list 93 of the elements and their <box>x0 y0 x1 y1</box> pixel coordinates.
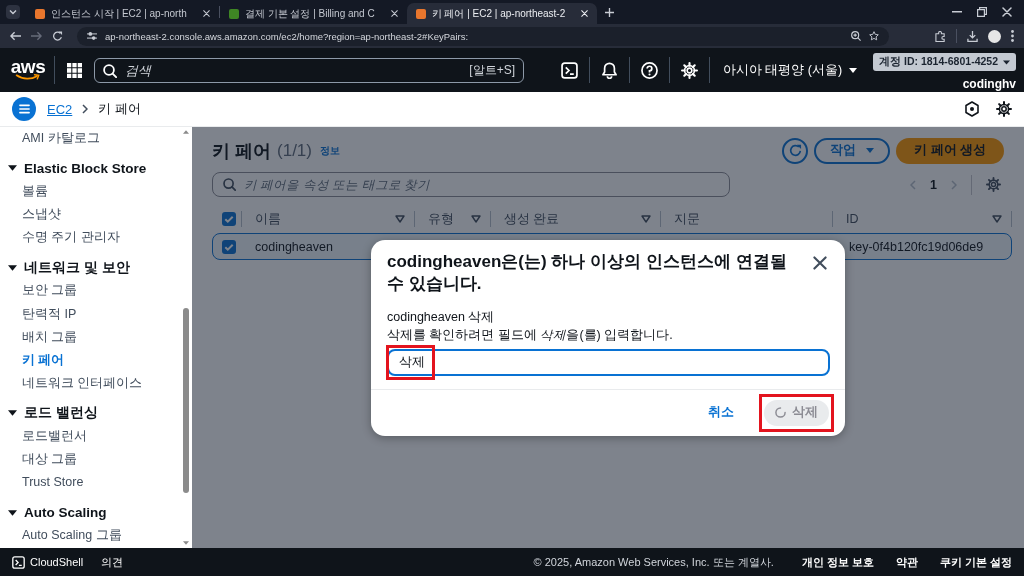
sidebar-link[interactable]: 스냅샷 <box>0 203 61 227</box>
sidebar-link[interactable]: 수명 주기 관리자 <box>0 226 120 250</box>
reload-icon[interactable] <box>52 31 63 41</box>
sidebar-link[interactable]: Auto Scaling 그룹 <box>0 524 122 548</box>
column-header[interactable]: 생성 완료 <box>491 211 661 227</box>
dialog-title: codingheaven은(는) 하나 이상의 인스턴스에 연결될 수 있습니다. <box>387 250 788 295</box>
scroll-down-icon[interactable] <box>183 541 189 545</box>
browser-tab[interactable]: 키 페어 | EC2 | ap-northeast-2 <box>406 3 598 24</box>
sidebar-link[interactable]: 네트워크 인터페이스 <box>0 372 143 396</box>
refresh-button[interactable] <box>782 137 809 164</box>
caret-icon <box>866 148 875 153</box>
checkbox[interactable] <box>222 239 236 254</box>
scroll-up-icon[interactable] <box>183 130 189 134</box>
star-icon[interactable] <box>869 31 879 41</box>
cancel-button[interactable]: 취소 <box>706 400 736 425</box>
sort-icon[interactable] <box>395 215 405 223</box>
column-header[interactable]: 지문 <box>661 211 833 227</box>
browser-tab[interactable]: 인스턴스 시작 | EC2 | ap-north <box>26 3 219 24</box>
site-info-icon[interactable] <box>87 31 97 41</box>
sidebar-link[interactable]: 보안 그룹 <box>0 279 78 303</box>
breadcrumb-current: 키 페어 <box>98 100 141 118</box>
search-field[interactable]: 키 페어을 속성 또는 태그로 찾기 <box>212 172 730 197</box>
caret-icon <box>8 410 17 417</box>
sidebar-link[interactable]: 배치 그룹 <box>0 325 78 349</box>
shortcut-hint: [알트+S] <box>469 62 515 78</box>
caret-icon <box>1003 59 1010 65</box>
sidebar-section[interactable]: Auto Scaling <box>0 501 107 525</box>
field-label: codingheaven 삭제 <box>387 308 496 326</box>
caret-icon <box>849 67 858 73</box>
table-cell: codingheaven <box>255 239 333 254</box>
cloudshell-link[interactable]: CloudShell <box>12 555 84 569</box>
copyright-text: © 2025, Amazon Web Services, Inc. 또는 계열사. <box>533 554 774 570</box>
close-icon[interactable] <box>813 255 827 270</box>
sidebar-link[interactable]: 로드밸런서 <box>0 425 87 449</box>
address-bar[interactable]: ap-northeast-2.console.aws.amazon.com/ec2/home?region=ap-northeast-2#KeyPairs: <box>77 26 889 46</box>
smile-icon <box>15 74 41 81</box>
page-title: 키 페어 <box>212 139 271 163</box>
terminal-icon[interactable] <box>560 61 578 79</box>
page-number[interactable]: 1 <box>930 177 937 192</box>
sidebar-link[interactable]: 대상 그룹 <box>0 448 78 472</box>
footer-link[interactable]: 쿠키 기본 설정 <box>939 554 1012 570</box>
field-hint: 삭제를 확인하려면 필드에 삭제을(를) 입력합니다. <box>387 326 674 344</box>
search-icon <box>223 178 236 191</box>
item-count: (1/1) <box>277 140 312 161</box>
scrollbar-thumb[interactable] <box>183 308 189 493</box>
sidebar-link[interactable]: 키 페어 <box>0 348 65 373</box>
menu-icon[interactable] <box>1011 30 1014 42</box>
sidebar-section[interactable]: Elastic Block Store <box>0 156 147 180</box>
zoom-icon[interactable] <box>851 31 861 41</box>
refresh-icon <box>788 144 802 157</box>
restore-icon[interactable] <box>977 7 987 17</box>
terminal-icon <box>12 555 25 569</box>
download-icon[interactable] <box>967 30 978 42</box>
account-menu[interactable]: 계정 ID: 1814-6801-4252 <box>873 53 1016 71</box>
browser-tab[interactable]: 결제 기본 설정 | Billing and C <box>219 3 407 24</box>
back-icon[interactable] <box>10 31 21 41</box>
text-field[interactable]: 삭제 <box>387 348 830 376</box>
puzzle-icon[interactable] <box>935 30 946 42</box>
table-cell: key-0f4b120fc19d06de9 <box>849 239 984 254</box>
chevron-right-icon <box>82 104 89 114</box>
sidebar-link[interactable]: Trust Store <box>0 471 84 495</box>
column-header[interactable]: ID <box>833 211 1012 227</box>
hexagon-icon[interactable] <box>964 101 980 117</box>
caret-icon <box>8 264 17 271</box>
username: codinghv <box>962 77 1016 91</box>
menu-button[interactable] <box>12 97 36 121</box>
search-icon <box>103 63 117 78</box>
sidebar-link[interactable]: 탄력적 IP <box>0 302 77 326</box>
caret-icon <box>8 509 17 516</box>
settings-icon[interactable] <box>996 101 1012 117</box>
footer-link[interactable]: 개인 정보 보호 <box>801 554 874 570</box>
column-header[interactable]: 이름 <box>242 211 415 227</box>
breadcrumb-link[interactable]: EC2 <box>47 101 73 117</box>
help-icon[interactable] <box>640 61 658 79</box>
bell-icon[interactable] <box>600 61 618 79</box>
minimize-icon[interactable] <box>952 11 962 13</box>
sort-icon[interactable] <box>992 215 1002 223</box>
apps-grid-icon[interactable] <box>67 62 82 78</box>
sort-icon[interactable] <box>641 215 651 223</box>
caret-icon <box>8 165 17 172</box>
feedback-link[interactable]: 의견 <box>101 554 124 570</box>
region-selector[interactable]: 아시아 태평양 (서울) <box>722 61 858 79</box>
tab-search-icon[interactable] <box>6 5 20 19</box>
sidebar-section[interactable]: 로드 밸런싱 <box>0 401 98 426</box>
sort-icon[interactable] <box>471 215 481 223</box>
checkbox[interactable] <box>222 212 236 226</box>
menu-icon <box>18 104 30 114</box>
avatar-icon[interactable] <box>988 29 1001 43</box>
sidebar-link[interactable]: 볼륨 <box>0 179 48 204</box>
sidebar-section[interactable]: 네트워크 및 보안 <box>0 256 130 280</box>
new-tab-icon[interactable] <box>605 7 615 17</box>
sidebar-link[interactable]: AMI 카탈로그 <box>0 127 100 151</box>
footer-link[interactable]: 약관 <box>895 554 918 570</box>
